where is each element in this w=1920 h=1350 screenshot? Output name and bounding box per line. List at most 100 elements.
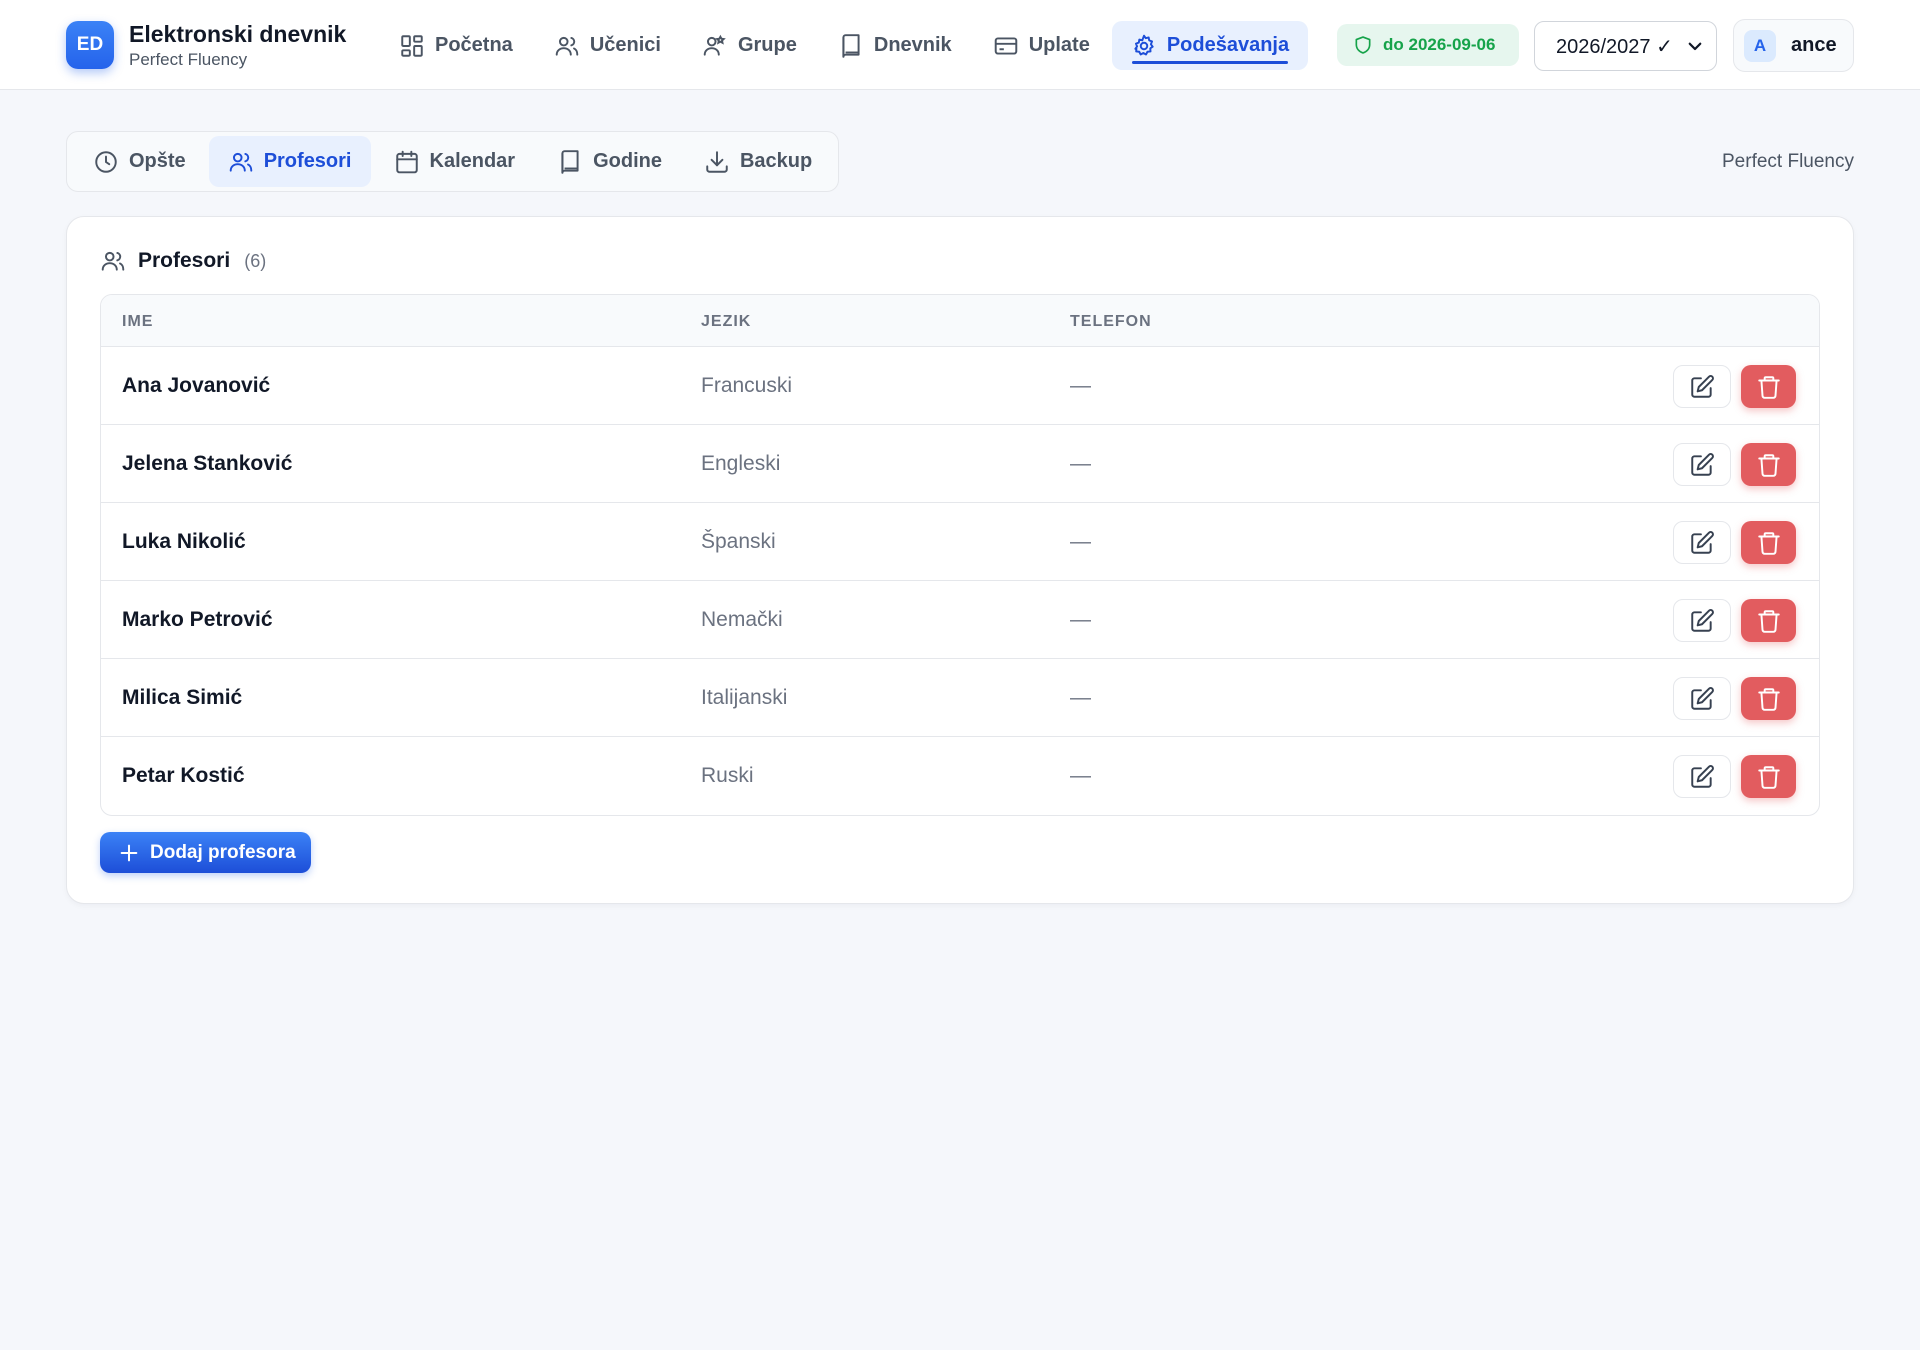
professors-card: Profesori (6) IME JEZIK TELEFON Ana Jova… [66, 216, 1854, 904]
tab-profesori[interactable]: Profesori [208, 136, 371, 187]
calendar-icon [395, 150, 418, 173]
credit-card-icon [994, 36, 1017, 55]
edit-button[interactable] [1673, 677, 1731, 720]
card-header: Profesori (6) [100, 248, 266, 274]
nav-item-ucenici[interactable]: Učenici [535, 21, 680, 70]
table-row: Petar Kostić Ruski — [101, 737, 1819, 815]
professor-phone: — [1070, 374, 1091, 397]
tab-label: Godine [593, 150, 662, 172]
nav-item-grupe[interactable]: Grupe [683, 21, 816, 70]
professor-phone: — [1070, 608, 1091, 631]
nav-label: Dnevnik [873, 34, 952, 56]
professor-language: Nemački [701, 608, 783, 631]
tab-label: Backup [739, 150, 813, 172]
trash-icon [1757, 453, 1780, 477]
avatar: A [1744, 29, 1776, 62]
dashboard-icon [401, 34, 423, 57]
plus-icon [120, 844, 138, 861]
shield-icon [1355, 36, 1371, 54]
trash-icon [1757, 531, 1780, 555]
add-professor-label: Dodaj profesora [150, 841, 296, 863]
column-header-phone: TELEFON [1070, 313, 1152, 330]
tab-opste[interactable]: Opšte [74, 136, 205, 187]
main-nav: Početna Učenici Grupe Dnevnik Uplate Pod… [380, 21, 1311, 70]
nav-item-pocetna[interactable]: Početna [380, 21, 532, 70]
tab-kalendar[interactable]: Kalendar [375, 136, 535, 187]
delete-button[interactable] [1741, 443, 1796, 486]
users-icon [555, 36, 579, 56]
nav-label: Početna [435, 34, 513, 56]
table-header: IME JEZIK TELEFON [101, 295, 1819, 347]
nav-item-dnevnik[interactable]: Dnevnik [819, 21, 971, 70]
nav-item-uplate[interactable]: Uplate [974, 21, 1109, 70]
professor-name: Ana Jovanović [122, 374, 271, 397]
card-title: Profesori [138, 249, 231, 272]
download-icon [706, 150, 728, 173]
edit-button[interactable] [1673, 755, 1731, 798]
delete-button[interactable] [1741, 755, 1796, 798]
settings-tabs: Opšte Profesori Kalendar Godine Backup [66, 131, 839, 192]
professor-name: Milica Simić [122, 686, 243, 709]
edit-button[interactable] [1673, 521, 1731, 564]
organization-name: Perfect Fluency [1722, 151, 1854, 172]
nav-label: Podešavanja [1166, 34, 1290, 56]
delete-button[interactable] [1741, 677, 1796, 720]
professor-language: Ruski [701, 764, 754, 787]
user-name: ance [1791, 34, 1837, 56]
professor-name: Luka Nikolić [122, 530, 246, 553]
edit-icon [1691, 608, 1714, 632]
edit-button[interactable] [1673, 443, 1731, 486]
brand-text: Elektronski dnevnik Perfect Fluency [129, 20, 347, 69]
nav-label: Uplate [1028, 34, 1090, 56]
table-row: Ana Jovanović Francuski — [101, 347, 1819, 425]
app-subtitle: Perfect Fluency [129, 49, 248, 69]
delete-button[interactable] [1741, 521, 1796, 564]
professor-language: Francuski [701, 374, 793, 397]
nav-item-podesavanja[interactable]: Podešavanja [1111, 21, 1309, 70]
professor-phone: — [1070, 764, 1091, 787]
tab-label: Opšte [129, 150, 186, 172]
top-bar: ED Elektronski dnevnik Perfect Fluency P… [0, 0, 1920, 90]
tab-godine[interactable]: Godine [538, 136, 681, 187]
table-row: Milica Simić Italijanski — [101, 659, 1819, 737]
school-year-value: 2026/2027 ✓ [1556, 35, 1673, 58]
nav-label: Grupe [737, 34, 797, 56]
column-header-language: JEZIK [701, 313, 752, 330]
professor-name: Jelena Stanković [122, 452, 293, 475]
professor-phone: — [1070, 452, 1091, 475]
tab-label: Kalendar [429, 150, 516, 172]
nav-label: Učenici [589, 34, 661, 56]
trash-icon [1757, 609, 1780, 633]
license-text: do 2026-09-06 [1383, 35, 1496, 54]
user-menu[interactable]: A ance [1733, 19, 1854, 72]
professor-phone: — [1070, 530, 1091, 553]
delete-button[interactable] [1741, 599, 1796, 642]
tab-label: Profesori [263, 150, 352, 172]
users-icon [229, 152, 252, 172]
professor-count: (6) [244, 250, 267, 271]
edit-button[interactable] [1673, 599, 1731, 642]
book-icon [561, 149, 579, 174]
school-year-select[interactable]: 2026/2027 ✓ [1534, 21, 1717, 71]
user-group-icon [703, 34, 726, 56]
tab-backup[interactable]: Backup [685, 136, 831, 187]
delete-button[interactable] [1741, 365, 1796, 408]
trash-icon [1757, 375, 1780, 399]
edit-icon [1691, 686, 1714, 710]
table-row: Jelena Stanković Engleski — [101, 425, 1819, 503]
add-professor-button[interactable]: Dodaj profesora [100, 832, 311, 873]
table-row: Marko Petrović Nemački — [101, 581, 1819, 659]
brand[interactable]: ED Elektronski dnevnik Perfect Fluency [66, 21, 346, 69]
clock-icon [95, 150, 117, 173]
app-title: Elektronski dnevnik [129, 20, 347, 47]
edit-icon [1691, 764, 1714, 788]
edit-button[interactable] [1673, 365, 1731, 408]
trash-icon [1757, 687, 1780, 711]
professor-language: Engleski [701, 452, 781, 475]
edit-icon [1691, 452, 1714, 476]
chevron-down-icon [1688, 42, 1702, 51]
brand-logo: ED [66, 21, 114, 69]
professor-name: Petar Kostić [122, 764, 245, 787]
professor-language: Italijanski [701, 686, 788, 709]
column-header-name: IME [122, 313, 154, 330]
